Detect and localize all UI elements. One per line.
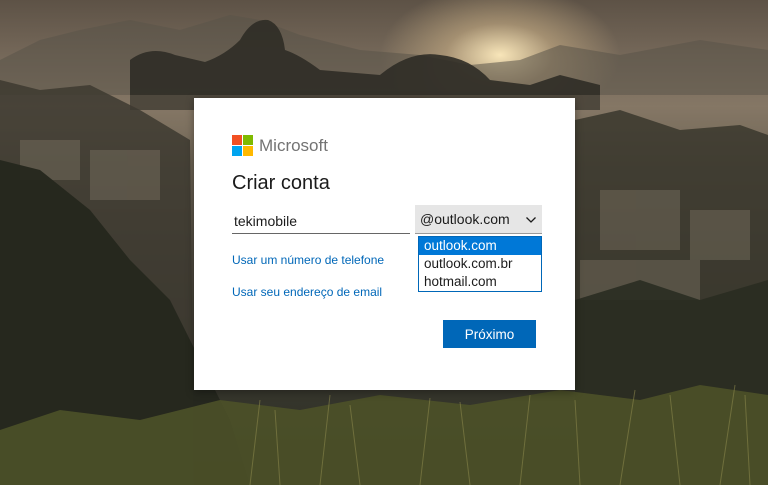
chevron-down-icon [526,217,536,223]
next-button[interactable]: Próximo [443,320,536,348]
logo-square-green [243,135,253,145]
domain-select-value: @outlook.com [420,211,510,227]
username-input[interactable] [232,208,410,234]
create-account-dialog: Microsoft Criar conta @outlook.com outlo… [194,98,575,390]
domain-option-outlook-com-br[interactable]: outlook.com.br [419,255,541,273]
logo-square-red [232,135,242,145]
domain-dropdown-list: outlook.com outlook.com.br hotmail.com [418,236,542,292]
logo-square-blue [232,146,242,156]
logo-square-yellow [243,146,253,156]
microsoft-logo: Microsoft [232,135,328,156]
microsoft-wordmark: Microsoft [259,135,328,155]
domain-option-hotmail-com[interactable]: hotmail.com [419,273,541,291]
domain-option-outlook-com[interactable]: outlook.com [419,237,541,255]
microsoft-logo-icon [232,135,253,156]
page-title: Criar conta [232,172,330,194]
use-email-address-link[interactable]: Usar seu endereço de email [232,285,382,299]
domain-select[interactable]: @outlook.com [415,205,542,234]
use-phone-number-link[interactable]: Usar um número de telefone [232,253,384,267]
